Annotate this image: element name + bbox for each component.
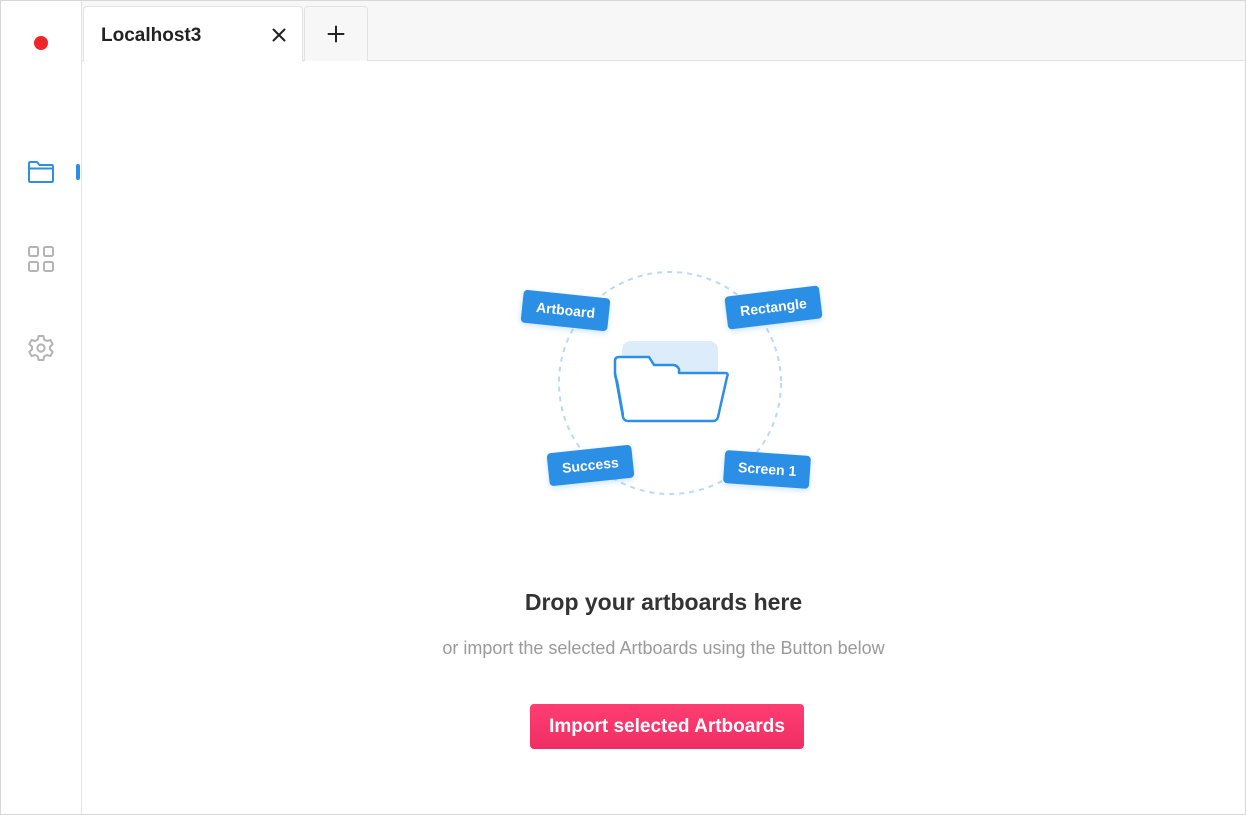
- drop-illustration: Artboard Rectangle Success Screen 1: [520, 269, 823, 499]
- tab-label: Localhost3: [101, 25, 202, 46]
- record-indicator: [34, 36, 48, 50]
- drop-title: Drop your artboards here: [524, 589, 803, 615]
- gear-icon: [28, 335, 54, 361]
- active-indicator: [76, 164, 80, 180]
- sidebar-item-files[interactable]: [17, 148, 65, 196]
- sidebar-item-components[interactable]: [17, 235, 65, 283]
- tab-bar: Localhost3: [82, 1, 1245, 62]
- chip-screen-1: Screen 1: [722, 450, 812, 489]
- sidebar-item-settings[interactable]: [17, 324, 65, 372]
- sidebar: [1, 1, 82, 814]
- tab-localhost3[interactable]: Localhost3: [83, 6, 303, 62]
- drop-zone[interactable]: Artboard Rectangle Success Screen 1 Drop…: [82, 61, 1245, 814]
- app-window: Localhost3 Artboard Rectangle Success Sc…: [0, 0, 1246, 815]
- close-icon: [272, 28, 286, 42]
- add-tab-button[interactable]: [304, 6, 368, 61]
- tab-close-button[interactable]: [268, 24, 290, 46]
- plus-icon: [327, 25, 345, 43]
- drop-subtitle: or import the selected Artboards using t…: [442, 638, 885, 658]
- folder-icon: [28, 161, 54, 183]
- import-selected-artboards-button[interactable]: Import selected Artboards: [530, 704, 804, 749]
- grid-icon: [28, 246, 54, 272]
